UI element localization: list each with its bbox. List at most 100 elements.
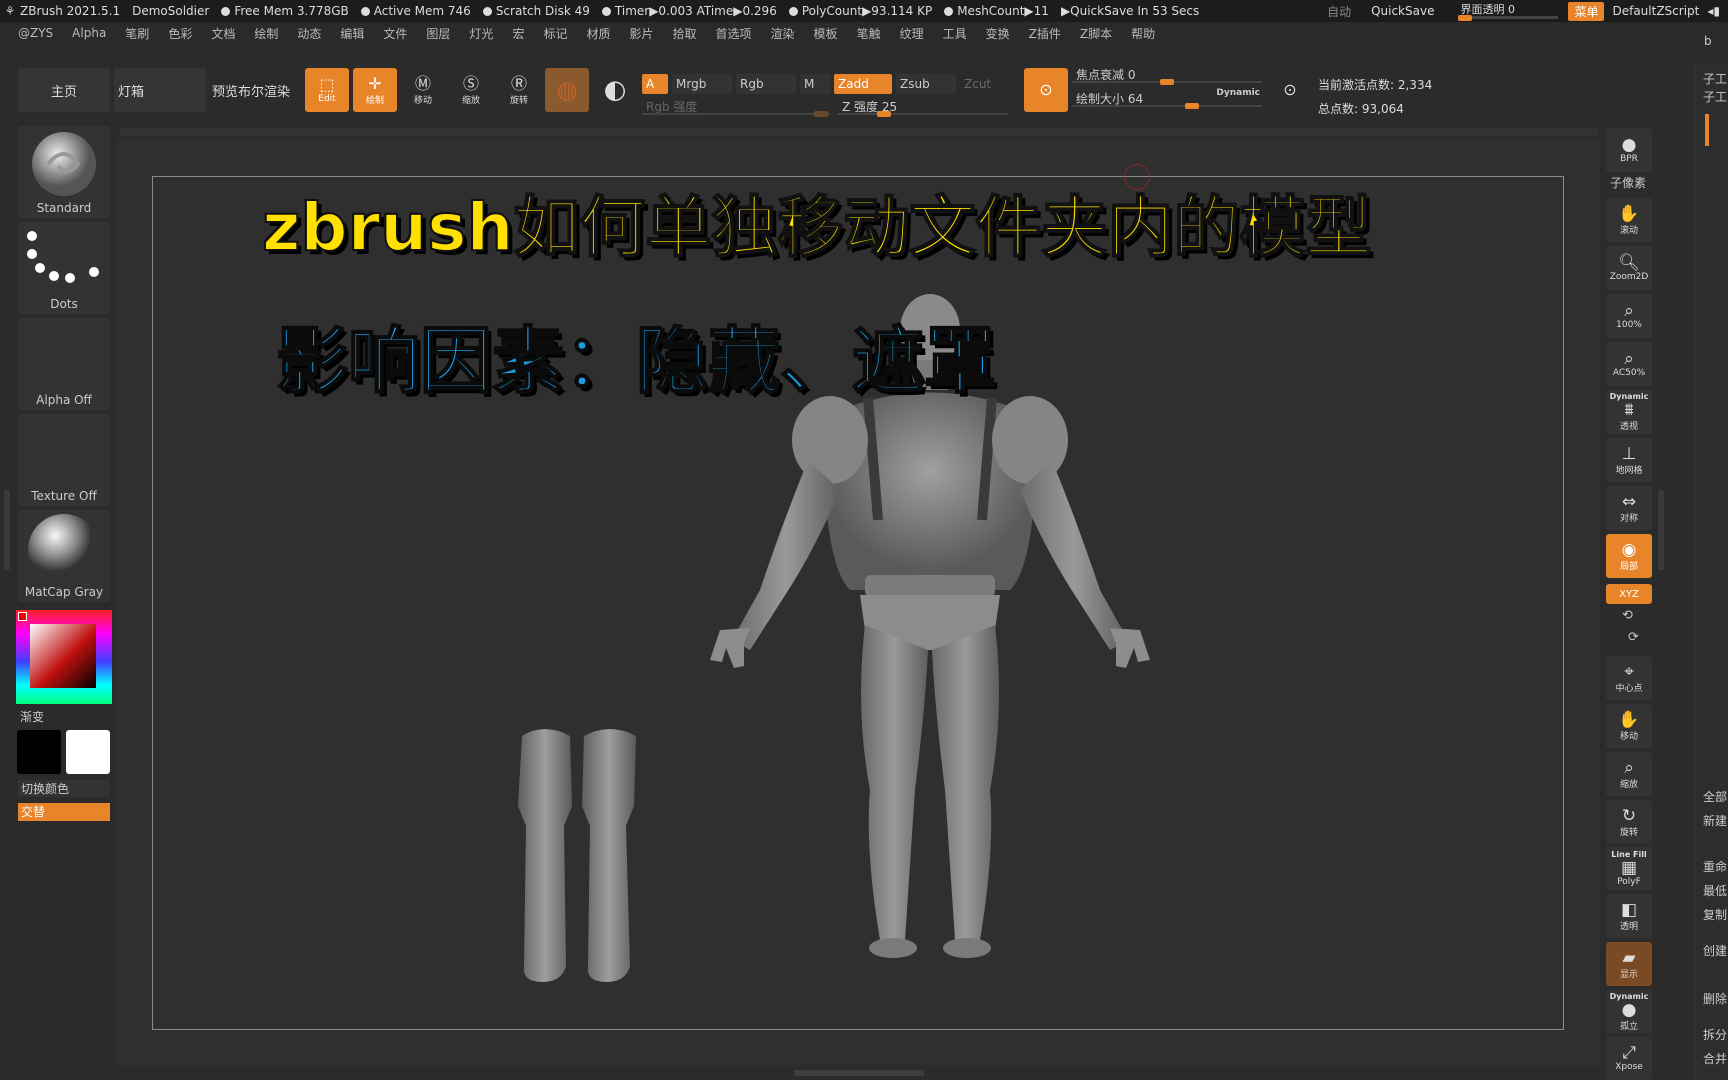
menu-item[interactable]: 动态 bbox=[297, 25, 321, 42]
brush-selector[interactable]: Standard bbox=[18, 126, 110, 218]
xpose-button[interactable]: ⤢ Xpose bbox=[1606, 1036, 1652, 1080]
texture-selector[interactable]: Texture Off bbox=[18, 414, 110, 506]
menu-item[interactable]: Z插件 bbox=[1029, 25, 1061, 42]
stroke-selector[interactable]: Dots bbox=[18, 222, 110, 314]
solo-button[interactable]: Dynamic ● 孤立 bbox=[1606, 990, 1652, 1034]
menu-item[interactable]: 文件 bbox=[383, 25, 407, 42]
menu-item[interactable]: 灯光 bbox=[469, 25, 493, 42]
lowest-button[interactable]: 最低 bbox=[1703, 882, 1727, 899]
subtool-header[interactable]: 子工 bbox=[1703, 70, 1727, 87]
rgb-intensity-slider[interactable]: Rgb 强度 bbox=[642, 96, 830, 117]
subpixel-label[interactable]: 子像素 bbox=[1610, 174, 1646, 191]
menu-item[interactable]: 模板 bbox=[814, 25, 838, 42]
menu-item[interactable]: 文档 bbox=[211, 25, 235, 42]
quicksave-button[interactable]: QuickSave bbox=[1371, 4, 1434, 18]
alpha-selector[interactable]: Alpha Off bbox=[18, 318, 110, 410]
rotate-button[interactable]: Ⓡ 旋转 bbox=[497, 68, 541, 112]
layout-toggle-icon[interactable]: ◂▮ bbox=[1707, 4, 1720, 18]
split-button[interactable]: 拆分 bbox=[1703, 1026, 1727, 1043]
rotate-z-icon[interactable]: ⟳ bbox=[1628, 630, 1639, 645]
merge-button[interactable]: 合并 bbox=[1703, 1050, 1727, 1067]
delete-button[interactable]: 删除 bbox=[1703, 990, 1727, 1007]
zcut-toggle[interactable]: Zcut bbox=[960, 74, 1012, 94]
menu-item[interactable]: @ZYS bbox=[18, 26, 53, 40]
alternate-button[interactable]: 交替 bbox=[18, 803, 110, 821]
color-picker[interactable] bbox=[16, 610, 112, 704]
zoom2d-button[interactable]: 🔍︎ Zoom2D bbox=[1606, 246, 1652, 290]
menu-item[interactable]: 绘制 bbox=[254, 25, 278, 42]
menu-item[interactable]: 工具 bbox=[943, 25, 967, 42]
ghost-button[interactable]: ▰ 显示 bbox=[1606, 942, 1652, 986]
menu-item[interactable]: 影片 bbox=[629, 25, 653, 42]
top-right-b-button[interactable]: b bbox=[1704, 34, 1712, 48]
menu-item[interactable]: 渲染 bbox=[771, 25, 795, 42]
menu-item[interactable]: Z脚本 bbox=[1080, 25, 1112, 42]
dynamic-label[interactable]: Dynamic bbox=[1216, 88, 1260, 98]
actual-size-button[interactable]: ⌕ 100% bbox=[1606, 294, 1652, 338]
transparency-button[interactable]: ◧ 透明 bbox=[1606, 894, 1652, 938]
m-toggle[interactable]: M bbox=[800, 74, 830, 94]
menu-item[interactable]: 帮助 bbox=[1131, 25, 1155, 42]
bpr-preview-button[interactable]: 预览布尔渲染 bbox=[210, 68, 302, 112]
zsub-toggle[interactable]: Zsub bbox=[896, 74, 956, 94]
floor-grid-button[interactable]: ⊥ 地网格 bbox=[1606, 438, 1652, 482]
symmetry-button[interactable]: ⇔ 对称 bbox=[1606, 486, 1652, 530]
edit-button[interactable]: ⬚ Edit bbox=[305, 68, 349, 112]
a-toggle[interactable]: A bbox=[642, 74, 668, 94]
secondary-color-swatch[interactable] bbox=[66, 730, 110, 774]
right-collapse-handle[interactable] bbox=[1658, 490, 1664, 570]
menu-item[interactable]: 编辑 bbox=[340, 25, 364, 42]
home-button[interactable]: 主页 bbox=[18, 68, 110, 112]
default-zscript-button[interactable]: DefaultZScript bbox=[1612, 4, 1699, 18]
move-view-button[interactable]: ✋ 移动 bbox=[1606, 704, 1652, 748]
focal-shift-slider[interactable]: 焦点衰减 0 bbox=[1072, 64, 1262, 85]
z-intensity-slider[interactable]: Z 强度 25 bbox=[838, 96, 1008, 117]
zadd-toggle[interactable]: Zadd bbox=[834, 74, 892, 94]
show-all-button[interactable]: 全部 bbox=[1703, 788, 1727, 805]
new-folder-button[interactable]: 新建 bbox=[1703, 812, 1727, 829]
spotlight-s-button[interactable]: ⊙ bbox=[1024, 68, 1068, 112]
xyz-button[interactable]: XYZ bbox=[1606, 584, 1652, 604]
menu-item[interactable]: 笔触 bbox=[857, 25, 881, 42]
menu-item[interactable]: 宏 bbox=[512, 25, 524, 42]
menu-item[interactable]: 首选项 bbox=[716, 25, 752, 42]
duplicate-button[interactable]: 复制 bbox=[1703, 906, 1727, 923]
ui-transparency-slider[interactable]: 界面透明 0 bbox=[1458, 0, 1559, 22]
center-point-button[interactable]: ⌖ 中心点 bbox=[1606, 656, 1652, 700]
dynamic-d-button[interactable]: ⊙ bbox=[1268, 68, 1312, 112]
sphere-orange-button[interactable]: ◍ bbox=[545, 68, 589, 112]
ac50-button[interactable]: ⌕ AC50% bbox=[1606, 342, 1652, 386]
left-collapse-handle[interactable] bbox=[4, 490, 10, 570]
move-button[interactable]: Ⓜ 移动 bbox=[401, 68, 445, 112]
material-sphere-button[interactable]: ◐ bbox=[593, 68, 637, 112]
menu-item[interactable]: 图层 bbox=[426, 25, 450, 42]
rgb-toggle[interactable]: Rgb bbox=[736, 74, 796, 94]
rotate-y-icon[interactable]: ⟲ bbox=[1622, 608, 1633, 623]
bpr-button[interactable]: ● BPR bbox=[1606, 128, 1652, 172]
draw-button[interactable]: ✛ 绘制 bbox=[353, 68, 397, 112]
menu-item[interactable]: 色彩 bbox=[168, 25, 192, 42]
menu-item[interactable]: 变换 bbox=[986, 25, 1010, 42]
menu-item[interactable]: 笔刷 bbox=[125, 25, 149, 42]
draw-size-slider[interactable]: 绘制大小 64 Dynamic bbox=[1072, 88, 1262, 109]
boots-model[interactable] bbox=[514, 726, 644, 988]
menu-item[interactable]: Alpha bbox=[72, 26, 106, 40]
scroll-button[interactable]: ✋ 滚动 bbox=[1606, 198, 1652, 242]
lightbox-button[interactable]: 灯箱 bbox=[114, 68, 206, 112]
polyframe-button[interactable]: Line Fill ▦ PolyF bbox=[1606, 846, 1652, 890]
material-selector[interactable]: MatCap Gray bbox=[18, 510, 110, 602]
gradient-label[interactable]: 渐变 bbox=[20, 708, 44, 725]
bottom-scroll-handle[interactable] bbox=[794, 1070, 924, 1076]
perspective-button[interactable]: Dynamic ⩩ 透视 bbox=[1606, 390, 1652, 434]
menu-item[interactable]: 标记 bbox=[543, 25, 567, 42]
primary-color-swatch[interactable] bbox=[17, 730, 61, 774]
menu-item[interactable]: 拾取 bbox=[673, 25, 697, 42]
mrgb-toggle[interactable]: Mrgb bbox=[672, 74, 732, 94]
subtool-header-2[interactable]: 子工 bbox=[1703, 88, 1727, 105]
zoom-view-button[interactable]: ⌕ 缩放 bbox=[1606, 752, 1652, 796]
menu-item[interactable]: 材质 bbox=[586, 25, 610, 42]
menu-item[interactable]: 纹理 bbox=[900, 25, 924, 42]
local-button[interactable]: ◉ 局部 bbox=[1606, 534, 1652, 578]
switch-color-button[interactable]: 切换颜色 bbox=[18, 780, 110, 797]
create-button[interactable]: 创建 bbox=[1703, 942, 1727, 959]
